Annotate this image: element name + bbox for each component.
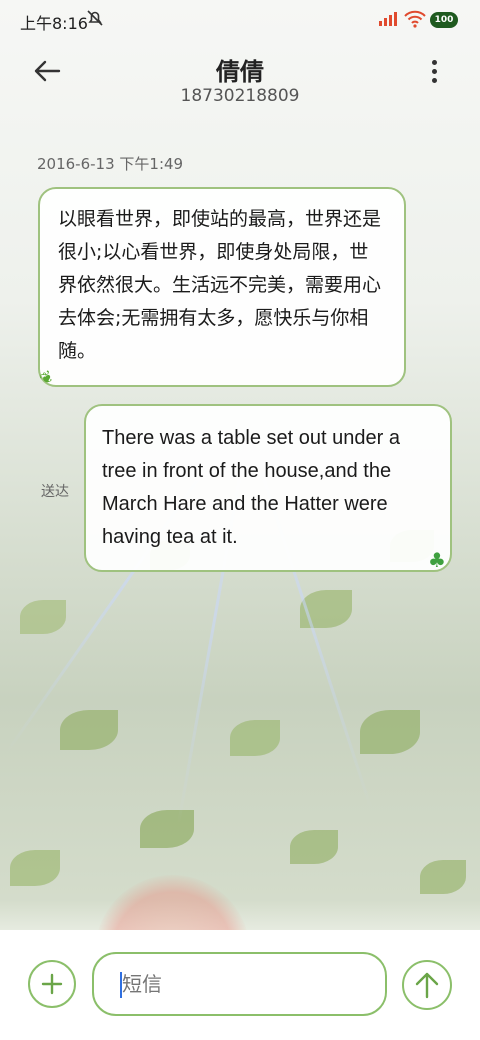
conversation-header: 倩倩 18730218809 [0, 48, 480, 110]
wifi-icon [404, 10, 426, 32]
add-attachment-button[interactable] [28, 960, 76, 1008]
contact-phone-number: 18730218809 [180, 86, 300, 106]
sun-flare [95, 875, 250, 930]
arrow-up-icon [415, 972, 439, 999]
bell-off-icon [86, 9, 104, 31]
contact-name: 倩倩 [216, 58, 264, 86]
message-input[interactable] [92, 952, 387, 1016]
status-time: 上午8:16 [20, 14, 88, 33]
delivery-status: 送达 [41, 484, 69, 500]
clover-icon: ♣ [428, 548, 446, 572]
status-bar: 上午8:16 100 [0, 0, 480, 40]
more-options-button[interactable] [420, 54, 448, 88]
incoming-message-bubble[interactable]: 以眼看世界，即使站的最高，世界还是很小;以心看世界，即使身处局限，世界依然很大。… [38, 187, 406, 387]
more-vertical-icon [431, 59, 437, 65]
send-button[interactable] [402, 960, 452, 1010]
battery-icon: 100 [430, 12, 458, 28]
plus-icon [41, 973, 63, 995]
composer-bar [0, 930, 480, 1040]
signal-icon [379, 12, 397, 26]
outgoing-message-bubble[interactable]: There was a table set out under a tree i… [84, 404, 452, 572]
text-caret [120, 972, 122, 998]
message-timestamp: 2016-6-13 下午1:49 [37, 155, 184, 173]
